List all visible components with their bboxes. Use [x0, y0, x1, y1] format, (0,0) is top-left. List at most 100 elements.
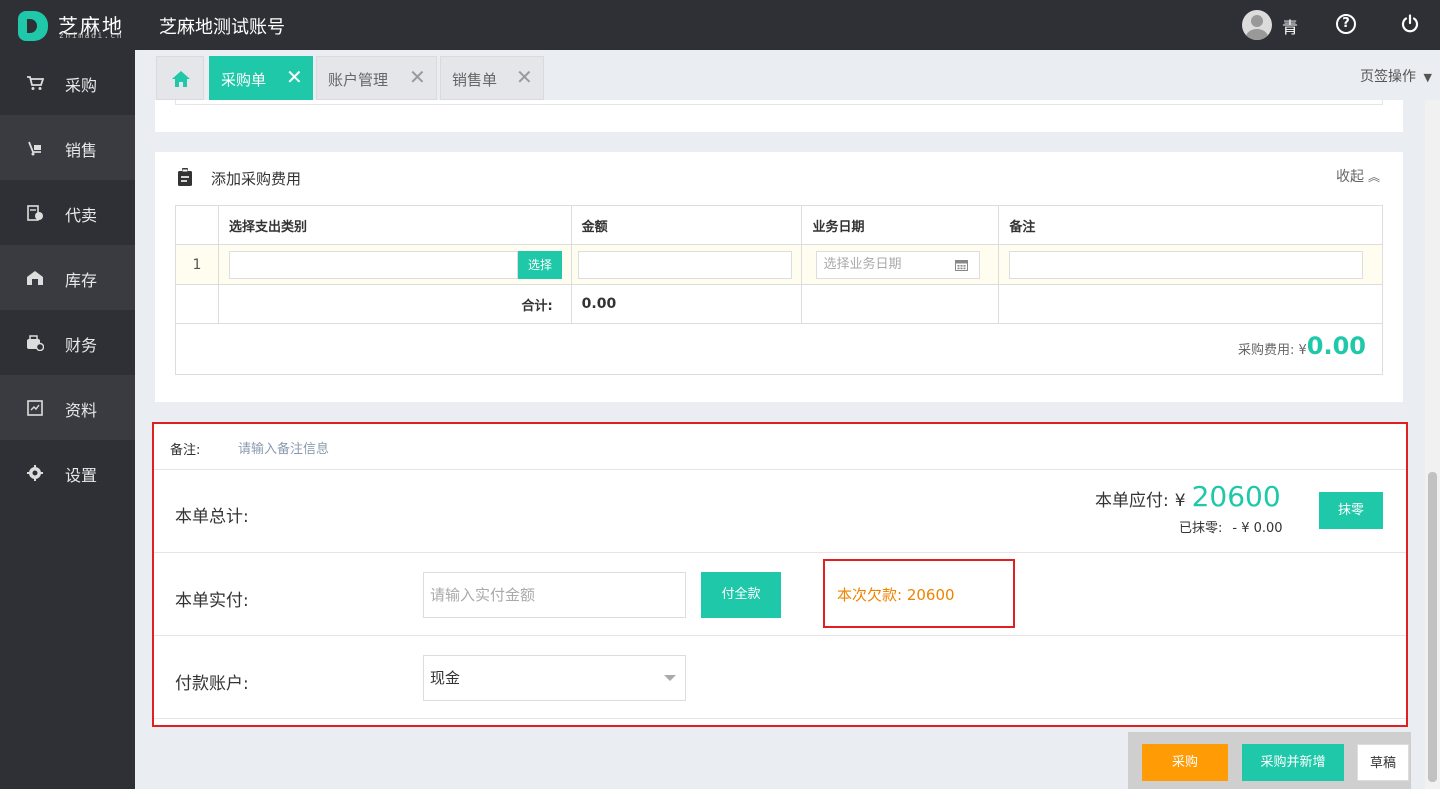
fee-total-box: 采购费用: ¥0.00 [175, 322, 1383, 375]
rounded-value: - ¥ 0.00 [1232, 521, 1283, 536]
payment-account-label: 付款账户: [175, 674, 249, 694]
purchase-button[interactable]: 采购 [1142, 744, 1228, 781]
tab-home[interactable] [156, 56, 204, 100]
table-header-row: 选择支出类别 金额 业务日期 备注 [175, 205, 1383, 245]
sidebar-item-label: 财务 [65, 336, 98, 355]
rounded-label: 已抹零: [1179, 521, 1223, 536]
payment-account-select[interactable]: 现金 [423, 655, 686, 701]
payable-amount: 本单应付: ¥20600 [1095, 480, 1281, 513]
amount-input[interactable] [577, 251, 792, 279]
table-row: 1 选择 选择业务日期 [175, 244, 1383, 285]
logo-mark-icon [18, 11, 48, 41]
fee-note-input[interactable] [1009, 251, 1364, 279]
column-header: 备注 [998, 205, 1383, 245]
tab-sales-order[interactable]: 销售单 ✕ [440, 56, 544, 100]
order-total-label: 本单总计: [175, 507, 249, 527]
avatar[interactable] [1242, 10, 1272, 40]
chevron-down-icon: ▼ [1423, 71, 1432, 84]
date-cell: 选择业务日期 [801, 244, 1000, 285]
order-note-label: 备注: [170, 443, 201, 458]
sidebar-item-label: 资料 [65, 401, 98, 420]
close-icon[interactable]: ✕ [516, 67, 533, 87]
choose-button[interactable]: 选择 [517, 251, 562, 279]
chevron-up-icon: ︽ [1368, 170, 1381, 184]
current-debt: 本次欠款: 20600 [837, 586, 955, 604]
finance-icon [27, 335, 44, 351]
payment-account-value: 现金 [430, 669, 461, 687]
tab-purchase-order[interactable]: 采购单 ✕ [209, 56, 313, 100]
fee-panel-title: 添加采购费用 [211, 170, 302, 188]
empty-cell [801, 284, 1000, 324]
date-placeholder: 选择业务日期 [823, 257, 902, 272]
rounded-off-amount: 已抹零: - ¥ 0.00 [1179, 517, 1283, 536]
purchase-fee-total: 采购费用: ¥0.00 [1238, 332, 1366, 360]
debt-highlight: 本次欠款: 20600 [823, 559, 1015, 628]
sidebar-item-purchase[interactable]: 采购 [0, 50, 135, 115]
column-header: 选择支出类别 [217, 205, 572, 245]
tab-label: 销售单 [452, 71, 498, 89]
sidebar-item-sales[interactable]: 销售 [0, 115, 135, 180]
close-icon[interactable]: ✕ [286, 67, 303, 87]
action-bar: 采购 采购并新增 草稿 [1128, 732, 1411, 789]
warehouse-icon [27, 271, 43, 285]
sum-value: 0.00 [570, 284, 803, 324]
round-off-button[interactable]: 抹零 [1319, 492, 1383, 529]
empty-cell [175, 284, 219, 324]
tab-operations-dropdown[interactable]: 页签操作 ▼ [1360, 66, 1432, 86]
category-cell: 选择 [217, 244, 572, 285]
sidebar-item-label: 采购 [65, 76, 98, 95]
column-header: 业务日期 [801, 205, 1000, 245]
business-date-input[interactable]: 选择业务日期 [816, 251, 981, 279]
column-header: 金额 [570, 205, 803, 245]
note-cell [998, 244, 1383, 285]
scrollbar[interactable] [1425, 100, 1440, 789]
order-summary-panel: 备注: 请输入备注信息 本单总计: 本单应付: ¥20600 已抹零: - ¥ 0.… [152, 422, 1408, 727]
company-name: 芝麻地测试账号 [159, 17, 285, 38]
purchase-and-new-button[interactable]: 采购并新增 [1242, 744, 1344, 781]
sidebar-item-finance[interactable]: 财务 [0, 310, 135, 375]
pay-in-full-button[interactable]: 付全款 [701, 572, 781, 618]
actual-paid-row: 本单实付: 请输入实付金额 付全款 本次欠款: 20600 [154, 553, 1406, 636]
consign-icon [27, 205, 43, 221]
sidebar-item-settings[interactable]: 设置 [0, 440, 135, 505]
sidebar-item-inventory[interactable]: 库存 [0, 245, 135, 310]
tab-bar: 采购单 ✕ 账户管理 ✕ 销售单 ✕ 页签操作 ▼ [135, 50, 1440, 100]
sidebar-item-info[interactable]: 资料 [0, 375, 135, 440]
tab-label: 账户管理 [328, 71, 389, 89]
draft-button[interactable]: 草稿 [1357, 744, 1409, 781]
sidebar-item-label: 代卖 [65, 206, 98, 225]
empty-cell [998, 284, 1383, 324]
logo[interactable]: 芝麻地 zhimadi.cn [18, 9, 138, 43]
username[interactable]: 青 [1282, 14, 1298, 38]
expense-category-input[interactable] [228, 251, 518, 279]
power-icon[interactable] [1400, 14, 1420, 34]
close-icon[interactable]: ✕ [409, 67, 426, 87]
sidebar: 采购 销售 代卖 库存 财务 资料 设置 [0, 50, 135, 789]
collapse-toggle[interactable]: 收起 ︽ [1336, 166, 1380, 186]
previous-panel-table-edge [175, 100, 1383, 105]
amount-cell [570, 244, 803, 285]
tab-account-management[interactable]: 账户管理 ✕ [316, 56, 437, 100]
payable-value: 20600 [1191, 480, 1281, 513]
previous-panel [155, 100, 1403, 132]
clipboard-icon [178, 168, 192, 186]
main-content: 添加采购费用 收起 ︽ 选择支出类别 金额 业务日期 备注 1 选择 选择业务日… [135, 100, 1425, 789]
calendar-icon[interactable] [955, 259, 969, 271]
order-note-input[interactable]: 请输入备注信息 [238, 438, 329, 457]
fee-table: 选择支出类别 金额 业务日期 备注 1 选择 选择业务日期 合计: 0.00 [175, 205, 1383, 324]
sum-label: 合计: [217, 284, 572, 324]
tab-label: 采购单 [221, 71, 267, 89]
table-sum-row: 合计: 0.00 [175, 284, 1383, 324]
payment-account-row: 付款账户: 现金 [154, 636, 1406, 719]
scrollbar-thumb[interactable] [1428, 472, 1437, 782]
help-icon[interactable]: ? [1336, 14, 1356, 34]
column-header-index [175, 205, 219, 245]
scale-icon [28, 141, 41, 156]
sidebar-item-label: 库存 [65, 271, 98, 290]
tab-operations-label: 页签操作 [1360, 69, 1416, 85]
collapse-label: 收起 [1336, 169, 1364, 185]
actual-paid-input[interactable]: 请输入实付金额 [423, 572, 686, 618]
purchase-fee-panel: 添加采购费用 收起 ︽ 选择支出类别 金额 业务日期 备注 1 选择 选择业务日… [155, 152, 1403, 402]
sidebar-item-consign[interactable]: 代卖 [0, 180, 135, 245]
row-index: 1 [175, 244, 219, 285]
